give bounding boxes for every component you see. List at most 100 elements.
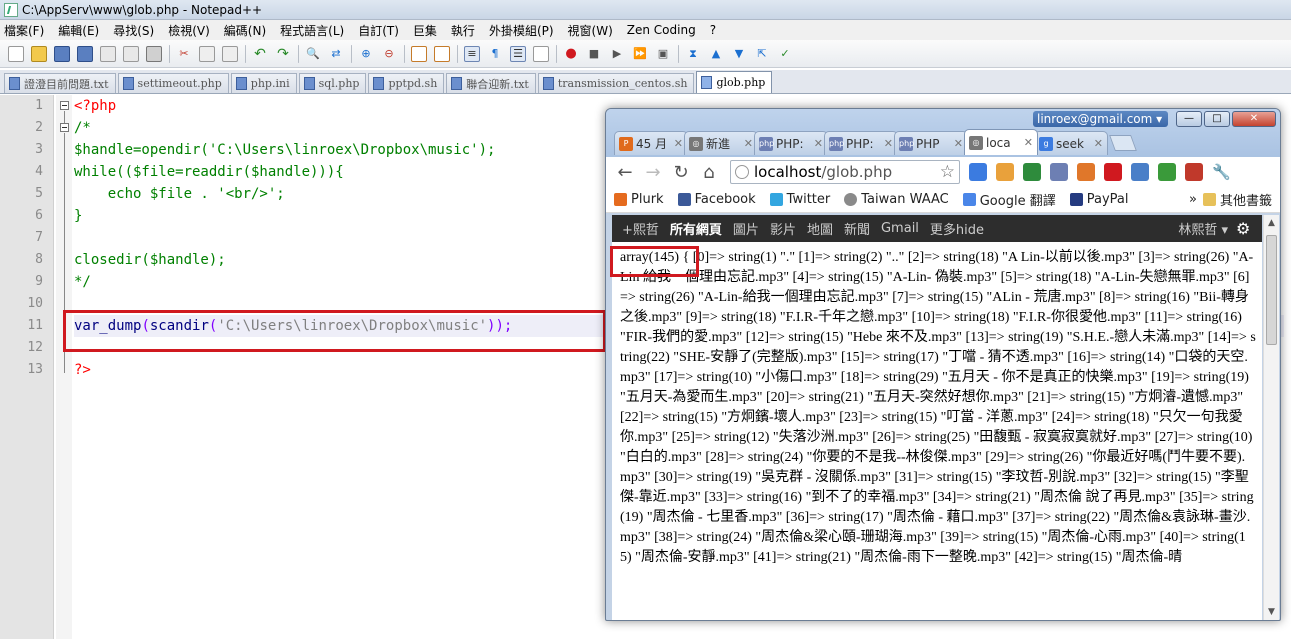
gbar-more[interactable]: 更多hide xyxy=(930,219,984,238)
reload-icon[interactable]: ↻ xyxy=(670,162,692,183)
word-wrap-icon[interactable]: ≡ xyxy=(464,45,480,62)
account-badge[interactable]: linroex@gmail.com ▾ xyxy=(1033,111,1168,127)
tab-close-icon[interactable]: ✕ xyxy=(1094,137,1103,150)
doc-tab[interactable]: settimeout.php xyxy=(117,73,229,93)
open-file-icon[interactable] xyxy=(31,45,47,62)
gbar-news[interactable]: 新聞 xyxy=(844,219,870,238)
menu-run[interactable]: 執行 xyxy=(451,22,475,39)
tab-close-icon[interactable]: ✕ xyxy=(814,137,823,150)
doc-tab-active[interactable]: glob.php xyxy=(696,71,773,93)
play-macro-icon[interactable]: ▶ xyxy=(609,46,625,62)
arrow-down-icon[interactable]: ▼ xyxy=(731,46,747,62)
gmail-extension-icon[interactable] xyxy=(1104,163,1122,181)
collapse-icon[interactable]: ⇱ xyxy=(754,46,770,62)
new-file-icon[interactable] xyxy=(8,45,24,62)
close-button[interactable]: ✕ xyxy=(1232,111,1276,127)
copy-icon[interactable] xyxy=(199,45,215,62)
doc-map-icon[interactable] xyxy=(533,45,549,62)
menu-settings[interactable]: 自訂(T) xyxy=(358,22,399,39)
browser-tab[interactable]: php PHP: ✕ xyxy=(754,131,828,155)
print-icon[interactable] xyxy=(146,45,162,62)
tab-close-icon[interactable]: ✕ xyxy=(1024,136,1033,149)
browser-tab[interactable]: php PHP: ✕ xyxy=(824,131,898,155)
maximize-button[interactable]: □ xyxy=(1204,111,1230,127)
paste-icon[interactable] xyxy=(222,45,238,62)
fold-toggle-icon[interactable] xyxy=(60,123,69,132)
sync-vertical-icon[interactable] xyxy=(411,45,427,62)
back-icon[interactable]: ← xyxy=(614,162,636,183)
menu-window[interactable]: 視窗(W) xyxy=(568,22,613,39)
undo-icon[interactable]: ↶ xyxy=(252,46,268,62)
menu-encoding[interactable]: 編碼(N) xyxy=(224,22,266,39)
tab-close-icon[interactable]: ✕ xyxy=(954,137,963,150)
bookmark[interactable]: PayPal xyxy=(1069,192,1128,207)
bookmark[interactable]: Twitter xyxy=(769,192,830,207)
gbar-images[interactable]: 圖片 xyxy=(733,219,759,238)
doc-tab[interactable]: transmission_centos.sh xyxy=(537,73,695,93)
show-all-chars-icon[interactable]: ¶ xyxy=(487,46,503,62)
save-icon[interactable] xyxy=(54,45,70,62)
address-bar[interactable]: localhost/glob.php ☆ xyxy=(730,160,960,184)
doc-tab[interactable]: pptpd.sh xyxy=(368,73,445,93)
doc-tab[interactable]: 聯合迎新.txt xyxy=(446,73,536,93)
record-macro-icon[interactable]: ● xyxy=(563,46,579,62)
menu-search[interactable]: 尋找(S) xyxy=(113,22,154,39)
gbar-maps[interactable]: 地圖 xyxy=(807,219,833,238)
menu-edit[interactable]: 編輯(E) xyxy=(58,22,99,39)
scroll-thumb[interactable] xyxy=(1266,235,1277,345)
gbar-videos[interactable]: 影片 xyxy=(770,219,796,238)
plus-one-extension-icon[interactable] xyxy=(969,163,987,181)
play-multiple-icon[interactable]: ⏩ xyxy=(632,46,648,62)
php-extension-icon[interactable] xyxy=(1050,163,1068,181)
menu-file[interactable]: 檔案(F) xyxy=(4,22,44,39)
menu-macro[interactable]: 巨集 xyxy=(413,22,437,39)
bookmark[interactable]: Plurk xyxy=(614,192,664,207)
gbar-web[interactable]: 所有網頁 xyxy=(670,219,722,238)
replace-icon[interactable]: ⇄ xyxy=(328,46,344,62)
bookmarks-overflow[interactable]: » xyxy=(1189,192,1197,207)
extension-icon[interactable] xyxy=(1023,163,1041,181)
wrench-icon[interactable]: 🔧 xyxy=(1212,163,1231,181)
forward-icon[interactable]: → xyxy=(642,162,664,183)
tab-close-icon[interactable]: ✕ xyxy=(674,137,683,150)
save-macro-icon[interactable]: ▣ xyxy=(655,46,671,62)
redo-icon[interactable]: ↷ xyxy=(275,46,291,62)
doc-tab[interactable]: php.ini xyxy=(230,73,297,93)
gbar-gmail[interactable]: Gmail xyxy=(881,221,919,236)
extension-icon[interactable] xyxy=(996,163,1014,181)
fold-toggle-icon[interactable] xyxy=(60,101,69,110)
tab-close-icon[interactable]: ✕ xyxy=(744,137,753,150)
stats-extension-icon[interactable] xyxy=(1077,163,1095,181)
find-icon[interactable]: 🔍 xyxy=(305,46,321,62)
bookmark[interactable]: Facebook xyxy=(677,192,756,207)
spell-check-icon[interactable]: ✓ xyxy=(777,46,793,62)
gbar-plus[interactable]: +熙哲 xyxy=(622,219,659,238)
menu-plugins[interactable]: 外掛模組(P) xyxy=(489,22,554,39)
minimize-button[interactable]: — xyxy=(1176,111,1202,127)
doc-tab[interactable]: 證澄目前問題.txt xyxy=(4,73,116,93)
arrow-up-icon[interactable]: ▲ xyxy=(708,46,724,62)
sync-horizontal-icon[interactable] xyxy=(434,45,450,62)
close-file-icon[interactable] xyxy=(100,45,116,62)
browser-tab-active[interactable]: ◎ loca ✕ xyxy=(964,129,1038,155)
browser-tab[interactable]: P 45 月 ✕ xyxy=(614,131,688,155)
browser-tab[interactable]: php PHP ✕ xyxy=(894,131,968,155)
adobe-extension-icon[interactable] xyxy=(1185,163,1203,181)
page-scrollbar[interactable]: ▲ ▼ xyxy=(1263,215,1279,620)
other-bookmarks[interactable]: 其他書籤 xyxy=(1202,190,1272,209)
menu-view[interactable]: 檢視(V) xyxy=(168,22,210,39)
browser-tab[interactable]: g seek ✕ xyxy=(1034,131,1108,155)
scroll-up-icon[interactable]: ▲ xyxy=(1264,215,1279,231)
stop-macro-icon[interactable]: ■ xyxy=(586,46,602,62)
save-all-icon[interactable] xyxy=(77,45,93,62)
bookmark[interactable]: Taiwan WAAC xyxy=(844,192,949,207)
indent-guide-icon[interactable]: ☰ xyxy=(510,45,526,62)
zoom-out-icon[interactable]: ⊖ xyxy=(381,46,397,62)
close-all-icon[interactable] xyxy=(123,45,139,62)
extension-icon[interactable] xyxy=(1158,163,1176,181)
bookmark[interactable]: Google 翻譯 xyxy=(962,190,1056,209)
bookmark-star-icon[interactable]: ☆ xyxy=(940,162,955,182)
gbar-user[interactable]: 林熙哲 ▾ xyxy=(1178,219,1228,238)
new-tab-button[interactable] xyxy=(1109,135,1137,151)
zen-expand-icon[interactable]: ⧗ xyxy=(685,46,701,62)
